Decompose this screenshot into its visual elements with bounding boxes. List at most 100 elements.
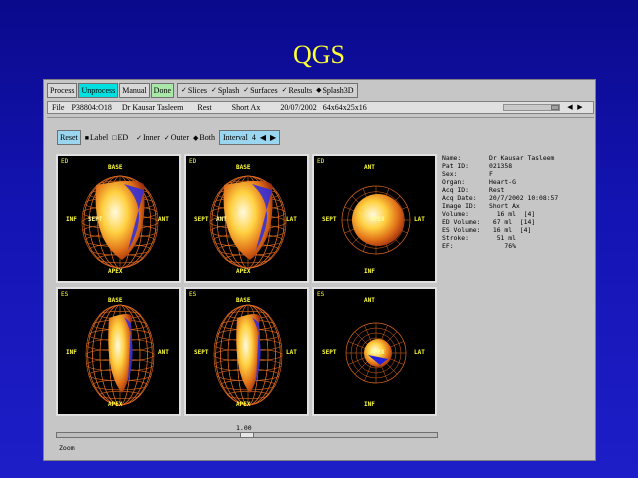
orientation-right-label: ANT (158, 216, 169, 223)
view-mode-group: ✓ Slices ✓ Splash ✓ Surfaces ✓ Results ◆ Spla… (177, 83, 358, 98)
info-key: ED Volume: (442, 218, 481, 226)
info-row: Sex: F (442, 170, 592, 178)
phase-tag: ED (317, 158, 325, 165)
orientation-bottom-label: INF (364, 268, 375, 275)
square-check-icon: ■ (84, 133, 90, 142)
zoom-slider-knob[interactable] (240, 432, 254, 438)
check-icon: ✓ (136, 133, 143, 142)
info-value: Heart-G (489, 178, 516, 186)
phase-tag: ES (317, 291, 325, 298)
info-key: Stroke: (442, 234, 469, 242)
orientation-bottom-label: APEX (108, 401, 123, 408)
zoom-slider[interactable] (56, 432, 438, 438)
check-icon: ✓ (181, 86, 187, 94)
file-doctor: Dr Kausar Tasleem (121, 103, 184, 112)
orientation-bottom-label: INF (364, 401, 375, 408)
orientation-top-label: BASE (108, 297, 123, 304)
ed-toggle[interactable]: □ ED (112, 132, 128, 144)
info-value: 51 ml (489, 234, 516, 242)
info-row: ES Volume: 16 ml [4] (442, 226, 592, 234)
diamond-icon: ◆ (193, 133, 199, 142)
prev-file-icon[interactable]: ◀ (566, 103, 574, 112)
orientation-bottom-label: APEX (236, 268, 251, 275)
display-controls: Reset ■ Label □ ED ✓ Inner ✓ Outer ◆ Both Int… (57, 130, 281, 145)
diamond-icon: ◆ (316, 86, 322, 94)
info-key: Pat ID: (442, 162, 469, 170)
info-value: 20/7/2002 10:08:57 (489, 194, 559, 202)
info-key: Acq ID: (442, 186, 469, 194)
info-value: Rest (489, 186, 505, 194)
surface-panel[interactable]: ED BASE APEX INF ANT SEPT (56, 154, 181, 283)
surfaces-option[interactable]: ✓ Surfaces (243, 84, 277, 97)
interval-value: 4 (251, 133, 256, 142)
zoom-label: Zoom (59, 444, 75, 452)
next-file-icon[interactable]: ▶ (576, 103, 584, 112)
info-value: Short Ax (489, 202, 520, 210)
manual-button[interactable]: Manual (119, 83, 150, 98)
phase-tag: ED (189, 158, 197, 165)
process-button[interactable]: Process (47, 83, 78, 98)
orientation-center-label: APEX (370, 349, 385, 356)
surface-panel[interactable]: ES BASE APEX INF ANT (56, 287, 181, 416)
file-scrollbar[interactable] (503, 104, 560, 111)
orientation-bottom-label: APEX (236, 401, 251, 408)
results-label: Results (288, 86, 313, 95)
orientation-top-label: BASE (108, 164, 123, 171)
interval-label: Interval (222, 133, 248, 142)
info-row: Image ID: Short Ax (442, 202, 592, 210)
inner-option[interactable]: ✓ Inner (136, 132, 160, 144)
info-row: Name: Dr Kausar Tasleem (442, 154, 592, 162)
interval-control[interactable]: Interval 4 ◀ ▶ (218, 130, 281, 145)
info-row: Volume: 16 ml [4] (442, 210, 592, 218)
orientation-right-label: LAT (286, 349, 297, 356)
slices-option[interactable]: ✓ Slices (181, 84, 207, 97)
orientation-center-label: APEX (370, 216, 385, 223)
label-toggle-text: Label (90, 132, 109, 142)
done-button[interactable]: Done (150, 83, 174, 98)
info-value: 67 ml [14] (489, 218, 536, 226)
divider (47, 117, 594, 118)
splash-option[interactable]: ✓ Splash (211, 84, 239, 97)
file-date: 20/07/2002 (280, 103, 317, 112)
file-scroll-thumb[interactable] (551, 105, 559, 110)
interval-up-icon[interactable]: ▶ (270, 131, 276, 144)
slices-label: Slices (187, 86, 207, 95)
surfaces-label: Surfaces (250, 86, 278, 95)
info-row: Acq ID: Rest (442, 186, 592, 194)
surface-panel[interactable]: ED BASE APEX SEPT LAT ANT (184, 154, 309, 283)
info-key: Sex: (442, 170, 458, 178)
info-row: Pat ID: 021358 (442, 162, 592, 170)
check-icon: ✓ (163, 133, 170, 142)
surface-panel[interactable]: ES ANT INF SEPT LAT APEX (312, 287, 437, 416)
both-text: Both (199, 132, 215, 142)
both-option[interactable]: ◆ Both (193, 132, 215, 144)
phase-tag: ED (61, 158, 69, 165)
interval-down-icon[interactable]: ◀ (260, 131, 266, 144)
info-key: Organ: (442, 178, 466, 186)
orientation-left-label: SEPT (194, 216, 209, 223)
info-row: Acq Date: 20/7/2002 10:08:57 (442, 194, 592, 202)
reset-button[interactable]: Reset (57, 130, 81, 145)
check-icon: ✓ (243, 86, 250, 94)
file-axis: Short Ax (231, 103, 261, 112)
surface-panel[interactable]: ES BASE APEX SEPT LAT (184, 287, 309, 416)
results-option[interactable]: ✓ Results (282, 84, 312, 97)
orientation-right-label: LAT (414, 349, 425, 356)
square-icon: □ (112, 133, 117, 142)
unprocess-button[interactable]: Unprocess (78, 83, 119, 98)
surface-panel[interactable]: ED ANT INF SEPT LAT APEX (312, 154, 437, 283)
ed-toggle-text: ED (117, 132, 129, 142)
label-toggle[interactable]: ■ Label (85, 132, 108, 144)
outer-option[interactable]: ✓ Outer (164, 132, 189, 144)
orientation-center-label: ANT (216, 216, 227, 223)
patient-info-panel: Name: Dr Kausar Tasleem Pat ID: 021358 Sex: F… (442, 154, 592, 250)
info-key: Name: (442, 154, 462, 162)
orientation-top-label: ANT (364, 297, 375, 304)
file-bar: File P38804:O18 Dr Kausar Tasleem Rest S… (47, 101, 594, 114)
info-key: EF: (442, 242, 454, 250)
check-icon: ✓ (281, 86, 288, 94)
qgs-app-window: Process Unprocess Manual Done ✓ Slices ✓ S… (43, 79, 596, 461)
info-row: ED Volume: 67 ml [14] (442, 218, 592, 226)
info-value: 16 ml [4] (489, 210, 536, 218)
splash3d-option[interactable]: ◆ Splash3D (316, 84, 354, 97)
